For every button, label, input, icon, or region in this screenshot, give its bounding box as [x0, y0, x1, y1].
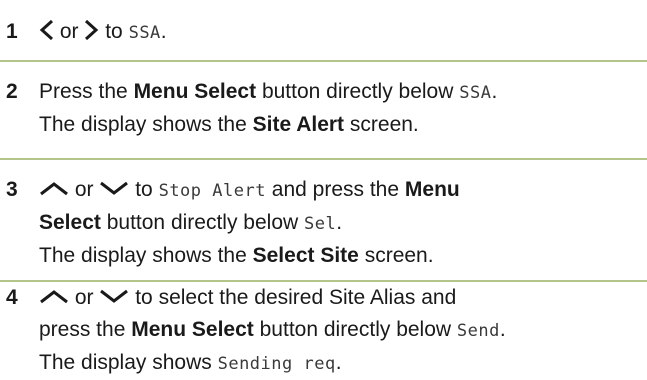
menu-select-label: Menu Select: [133, 80, 257, 103]
chevron-right-icon: [84, 19, 99, 41]
lcd-send: Send: [456, 321, 500, 341]
step-text: Press the Menu Select button directly be…: [39, 80, 498, 136]
step-number: 2: [6, 80, 18, 103]
step-2: 2 Press the Menu Select button directly …: [0, 76, 647, 146]
lcd-stop-alert: Stop Alert: [158, 181, 266, 201]
step-text: or to select the desired Site Alias and …: [39, 286, 506, 374]
step-4: 4 or to select the desired Site Alias an…: [0, 282, 647, 378]
chevron-down-icon: [99, 180, 129, 196]
lcd-sel: Sel: [304, 214, 337, 234]
chevron-up-icon: [39, 180, 69, 196]
or-text: or: [59, 20, 79, 43]
divider: [0, 60, 647, 62]
to-text: to: [105, 20, 123, 43]
step-text: or to SSA.: [39, 16, 641, 49]
menu-label: Menu: [404, 178, 460, 201]
step-number: 3: [6, 178, 18, 201]
chevron-down-icon: [99, 288, 129, 304]
step-number: 4: [6, 286, 18, 309]
menu-select-label: Menu Select: [131, 318, 254, 341]
step-text: or to Stop Alert and press the Menu Sele…: [39, 178, 460, 267]
chevron-left-icon: [39, 19, 54, 41]
lcd-ssa: SSA: [459, 83, 492, 103]
step-number: 1: [6, 20, 18, 43]
divider: [0, 158, 647, 160]
screen-name: Site Alert: [252, 113, 345, 136]
lcd-ssa: SSA: [128, 23, 161, 43]
screen-name: Select Site: [252, 244, 359, 267]
lcd-sending-req: Sending req: [217, 354, 336, 374]
chevron-up-icon: [39, 288, 69, 304]
select-label: Select: [39, 211, 101, 234]
step-3: 3 or to Stop Alert and press the Menu Se…: [0, 174, 647, 274]
step-1: 1 or to SSA.: [0, 16, 647, 50]
